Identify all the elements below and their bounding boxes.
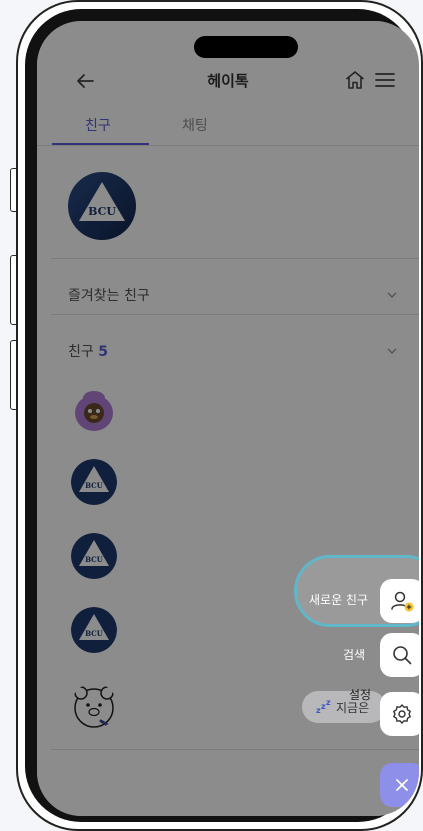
close-fab-button[interactable]: [380, 763, 419, 807]
phone-mockup: 헤이톡 친구 채팅 BCU 즐겨찾는 친구 친구 5 BCU BCU BCU z…: [0, 0, 423, 831]
settings-button[interactable]: [380, 692, 419, 736]
search-button[interactable]: [380, 633, 419, 677]
add-friend-icon: [391, 591, 414, 612]
search-icon: [393, 646, 412, 665]
new-friend-label[interactable]: 새로운 친구: [309, 591, 368, 608]
settings-label[interactable]: 설정: [349, 686, 371, 703]
phone-frame: 헤이톡 친구 채팅 BCU 즐겨찾는 친구 친구 5 BCU BCU BCU z…: [16, 0, 423, 831]
svg-text:z: z: [326, 699, 331, 707]
new-friend-button[interactable]: [380, 579, 419, 623]
gear-icon: [393, 704, 411, 724]
app-screen: 헤이톡 친구 채팅 BCU 즐겨찾는 친구 친구 5 BCU BCU BCU z…: [37, 21, 419, 816]
notch: [194, 36, 298, 58]
close-icon: [396, 779, 408, 791]
search-label[interactable]: 검색: [343, 646, 365, 663]
status-chip: z z z 지금은: [302, 691, 386, 723]
zzz-sleep-icon: z z z: [316, 699, 331, 715]
